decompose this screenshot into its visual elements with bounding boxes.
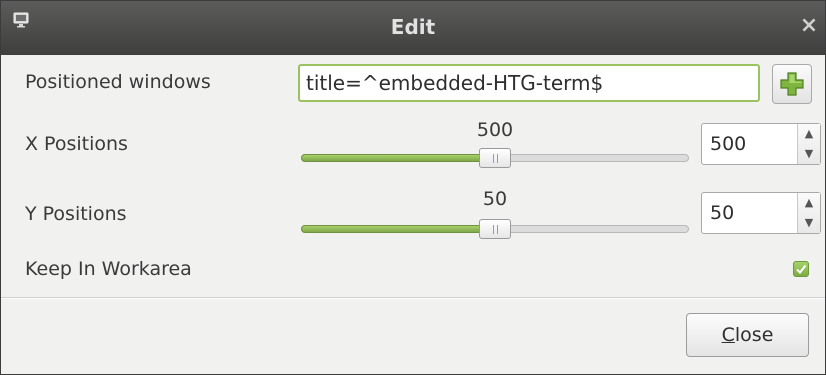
y-slider-thumb[interactable]: [479, 219, 511, 239]
x-spin-arrows: ▲ ▼: [797, 124, 820, 164]
positioned-windows-label: Positioned windows: [25, 71, 211, 93]
y-slider-fill: [301, 225, 496, 233]
spin-down-icon[interactable]: ▼: [798, 213, 820, 233]
spin-down-icon[interactable]: ▼: [798, 144, 820, 164]
close-label: lose: [734, 324, 774, 346]
x-positions-slider[interactable]: [301, 148, 689, 168]
x-slider-value: 500: [476, 119, 514, 141]
spin-up-icon[interactable]: ▲: [798, 193, 820, 213]
x-slider-thumb[interactable]: [479, 148, 511, 168]
plus-icon: [780, 72, 804, 96]
keep-in-workarea-checkbox[interactable]: [793, 261, 809, 277]
x-positions-input[interactable]: [702, 124, 792, 164]
y-slider-value: 50: [482, 188, 508, 210]
separator: [1, 297, 825, 299]
close-icon[interactable]: ×: [799, 15, 819, 37]
edit-dialog: Edit × Positioned windows X Positions 50…: [0, 0, 826, 375]
y-positions-input[interactable]: [702, 193, 792, 233]
y-positions-spinbox: ▲ ▼: [701, 192, 821, 234]
close-mnemonic: C: [721, 324, 735, 346]
positioned-windows-input[interactable]: [298, 64, 760, 102]
checkmark-icon: [796, 264, 807, 275]
title-bar[interactable]: Edit ×: [1, 1, 825, 55]
spin-up-icon[interactable]: ▲: [798, 124, 820, 144]
dialog-title: Edit: [390, 15, 436, 39]
y-spin-arrows: ▲ ▼: [797, 193, 820, 233]
x-positions-label: X Positions: [25, 133, 128, 155]
keep-in-workarea-label: Keep In Workarea: [25, 258, 192, 280]
close-button[interactable]: Close: [686, 313, 809, 357]
y-positions-label: Y Positions: [25, 203, 127, 225]
x-slider-fill: [301, 154, 496, 162]
add-button[interactable]: [772, 64, 812, 104]
x-positions-spinbox: ▲ ▼: [701, 123, 821, 165]
y-positions-slider[interactable]: [301, 219, 689, 239]
